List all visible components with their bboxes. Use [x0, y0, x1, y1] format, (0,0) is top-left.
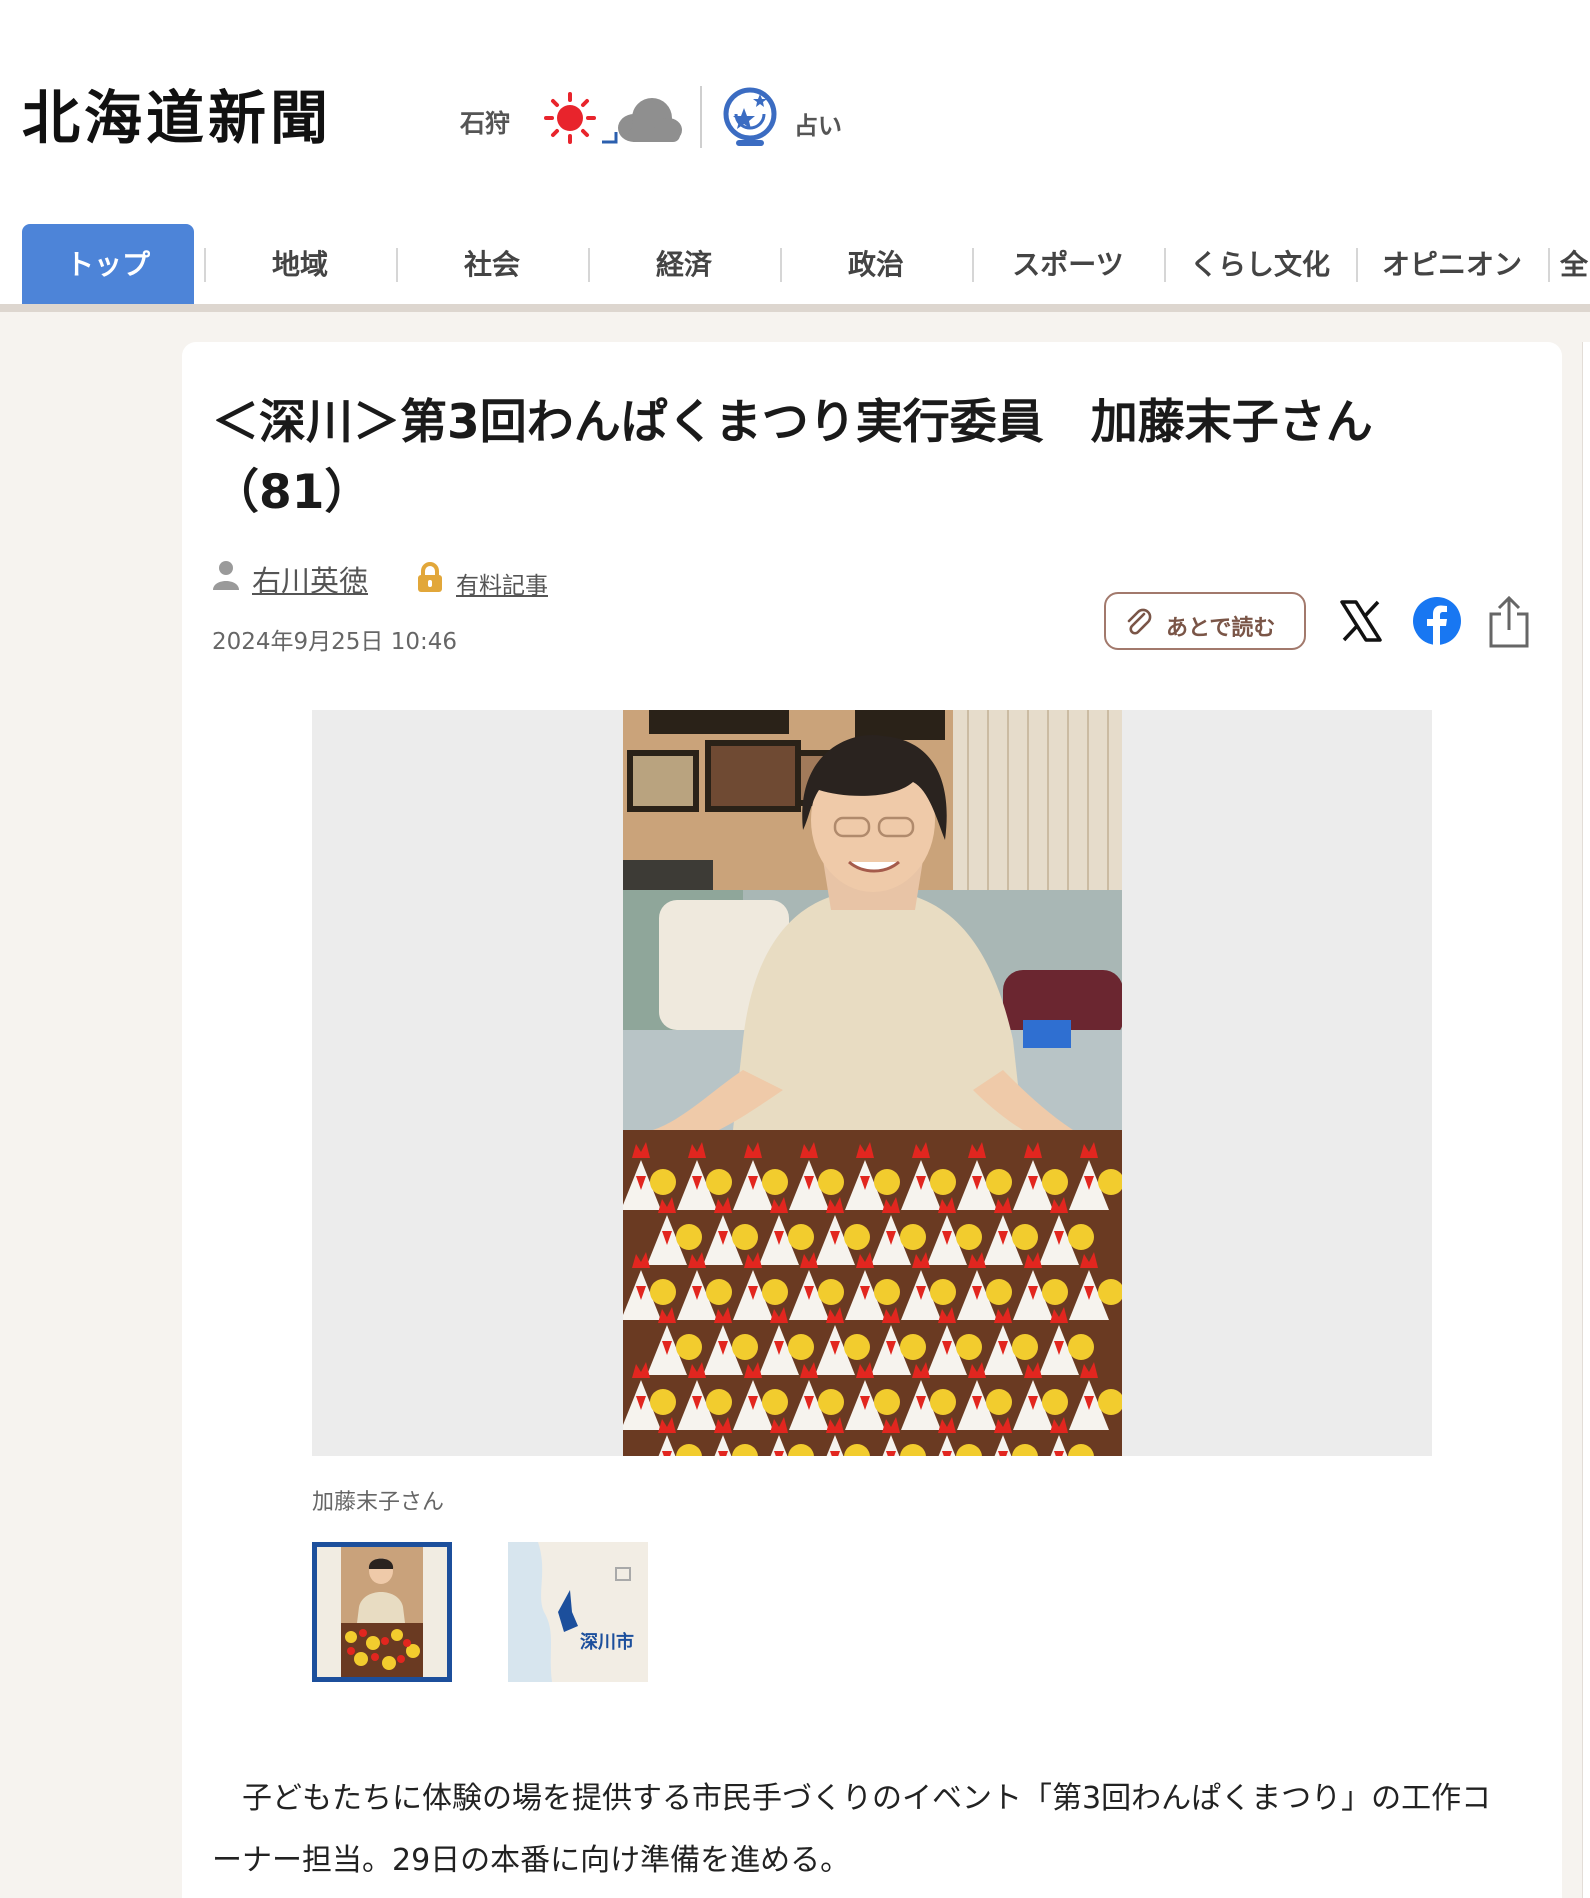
nav-underline	[0, 304, 1590, 312]
rooster-wing	[706, 1279, 732, 1305]
facebook-icon[interactable]	[1412, 596, 1462, 646]
rooster-wing	[818, 1169, 844, 1195]
crystal-ball-icon[interactable]	[722, 86, 778, 150]
weather-region[interactable]: 石狩	[460, 104, 510, 140]
rooster-wing	[676, 1224, 702, 1250]
rooster-wing	[930, 1169, 956, 1195]
tab-all[interactable]: 全	[1560, 224, 1590, 312]
rooster-wing	[1042, 1389, 1068, 1415]
fortune-link[interactable]: 占い	[794, 106, 842, 141]
rooster-wing	[986, 1279, 1012, 1305]
rooster-wing	[762, 1169, 788, 1195]
rooster-wing	[762, 1279, 788, 1305]
rooster-wing	[650, 1389, 676, 1415]
rooster-wing	[706, 1169, 732, 1195]
article-photo[interactable]	[623, 710, 1122, 1456]
category-nav: トップ 地域 社会 経済 政治 スポーツ くらし文化 オピニオン 全	[0, 224, 1590, 312]
rooster-wing	[930, 1389, 956, 1415]
rooster-wing	[1012, 1334, 1038, 1360]
rooster-wing	[706, 1389, 732, 1415]
sidebar-edge	[1582, 342, 1590, 1898]
rooster-wing	[762, 1389, 788, 1415]
paperclip-icon	[1127, 608, 1152, 635]
tab-society[interactable]: 社会	[398, 224, 586, 312]
rooster-wing	[874, 1389, 900, 1415]
tab-region[interactable]: 地域	[206, 224, 394, 312]
rooster-wing	[788, 1334, 814, 1360]
rooster-wing	[676, 1334, 702, 1360]
tab-top[interactable]: トップ	[22, 224, 194, 312]
person-icon	[213, 561, 239, 590]
rooster-wing	[1042, 1279, 1068, 1305]
rooster-wing	[788, 1224, 814, 1250]
header-divider	[700, 86, 702, 148]
rooster-wing	[818, 1279, 844, 1305]
nav-separator	[1548, 248, 1550, 282]
site-logo[interactable]: 北海道新聞	[22, 88, 332, 148]
rooster-wing	[900, 1224, 926, 1250]
rooster-wing	[650, 1279, 676, 1305]
author-link[interactable]: 右川英徳	[252, 558, 368, 600]
publish-date: 2024年9月25日 10:46	[212, 629, 458, 655]
thumbnail-photo[interactable]	[312, 1542, 452, 1682]
article-title: ＜深川＞第3回わんぱくまつり実行委員 加藤末子さん（81）	[212, 395, 1373, 520]
rooster-wing	[874, 1279, 900, 1305]
hokkaido-map-icon	[508, 1542, 648, 1682]
thumbnail-map[interactable]: 深川市	[508, 1542, 648, 1682]
rooster-wing	[732, 1334, 758, 1360]
rooster-wing	[1042, 1169, 1068, 1195]
sun-icon[interactable]	[544, 92, 596, 144]
rooster-wing	[1068, 1334, 1094, 1360]
rooster-wing	[900, 1334, 926, 1360]
rooster-wing	[1068, 1224, 1094, 1250]
tab-opinion[interactable]: オピニオン	[1358, 224, 1546, 312]
tab-politics[interactable]: 政治	[782, 224, 970, 312]
share-icon[interactable]	[1486, 594, 1532, 650]
read-later-button[interactable]: あとで読む	[1104, 592, 1306, 650]
paid-article-badge[interactable]: 有料記事	[456, 566, 548, 600]
map-city-label: 深川市	[580, 1632, 634, 1653]
paper-crafts	[623, 1142, 1122, 1456]
tab-sports[interactable]: スポーツ	[974, 224, 1162, 312]
thumbnail-image	[317, 1547, 447, 1677]
x-icon[interactable]	[1336, 596, 1386, 646]
article-body: 子どもたちに体験の場を提供する市民手づくりのイベント「第3回わんぱくまつり」の工…	[212, 1781, 1492, 1878]
cloud-icon[interactable]	[598, 90, 684, 146]
rooster-wing	[986, 1169, 1012, 1195]
rooster-wing	[1012, 1224, 1038, 1250]
lock-icon	[418, 562, 442, 592]
rooster-wing	[874, 1169, 900, 1195]
rooster-wing	[844, 1334, 870, 1360]
read-later-label: あとで読む	[1166, 616, 1276, 641]
photo-caption: 加藤末子さん	[312, 1490, 445, 1515]
rooster-wing	[956, 1224, 982, 1250]
tab-economy[interactable]: 経済	[590, 224, 778, 312]
rooster-wing	[818, 1389, 844, 1415]
rooster-wing	[956, 1334, 982, 1360]
rooster-wing	[650, 1169, 676, 1195]
rooster-wing	[732, 1224, 758, 1250]
tab-lifestyle[interactable]: くらし文化	[1166, 224, 1354, 312]
rooster-wing	[844, 1224, 870, 1250]
rooster-wing	[986, 1389, 1012, 1415]
rooster-wing	[930, 1279, 956, 1305]
